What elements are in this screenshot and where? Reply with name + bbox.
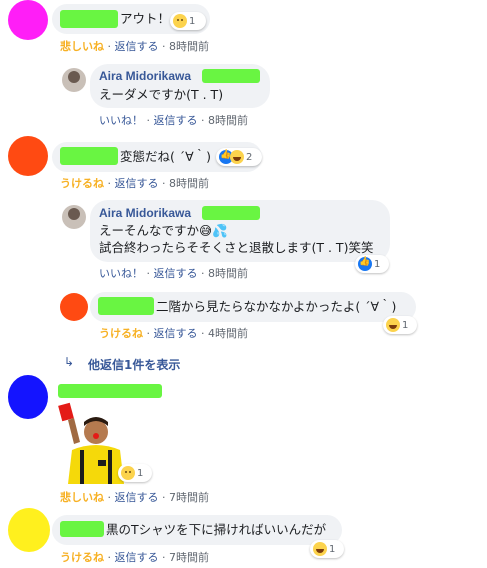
reaction-count[interactable]: 1 [383, 316, 417, 334]
redacted-author-name [60, 10, 118, 28]
sad-emoji-icon [173, 14, 187, 28]
comment-text: 黒のTシャツを下に掃ければいいんだが [106, 522, 327, 537]
avatar[interactable] [8, 0, 48, 40]
separator: · [201, 114, 205, 127]
comment-text: えーダメですか(T . T) [99, 87, 224, 102]
react-link[interactable]: 悲しいね [60, 40, 104, 53]
reaction-count[interactable]: 1 [310, 540, 344, 558]
reaction-count-value: 2 [246, 151, 253, 163]
comment-actions: 悲しいね · 返信する · 7時間前 [60, 489, 209, 505]
reply-link[interactable]: 返信する [154, 267, 198, 280]
timestamp[interactable]: 8時間前 [169, 40, 209, 53]
comment-actions: うけるね · 返信する · 4時間前 [99, 325, 248, 341]
laugh-emoji-icon [313, 542, 327, 556]
redacted-author-name [60, 147, 118, 165]
separator: · [107, 40, 112, 53]
timestamp[interactable]: 4時間前 [208, 327, 248, 340]
reaction-count[interactable]: 1 [118, 464, 152, 482]
reaction-count[interactable]: 2 [216, 148, 262, 166]
separator: · [162, 551, 166, 564]
reply-link[interactable]: 返信する [154, 327, 198, 340]
separator: · [162, 177, 166, 190]
separator: · [107, 177, 112, 190]
redacted-author-name [98, 297, 154, 315]
separator: · [201, 267, 205, 280]
react-link[interactable]: 悲しいね [60, 491, 104, 504]
avatar[interactable] [62, 205, 86, 229]
comment-text: アウト！ [120, 11, 171, 26]
timestamp[interactable]: 8時間前 [169, 177, 209, 190]
react-link[interactable]: いいね！ [99, 267, 143, 280]
react-link[interactable]: うけるね [60, 551, 104, 564]
reaction-count-value: 1 [329, 543, 336, 555]
more-replies-label: 他返信1件を表示 [88, 358, 181, 372]
redacted-author-name [58, 384, 162, 398]
comment-text-line-1: えーそんなですか😅💦 [99, 223, 228, 238]
avatar[interactable] [62, 68, 86, 92]
separator: · [146, 327, 151, 340]
separator: · [107, 551, 112, 564]
redacted-author-suffix [202, 69, 260, 83]
reply-link[interactable]: 返信する [115, 491, 159, 504]
reply-link[interactable]: 返信する [115, 177, 159, 190]
comment-actions: いいね！ · 返信する · 8時間前 [99, 112, 248, 128]
redacted-author-suffix [202, 206, 260, 220]
react-link[interactable]: いいね！ [99, 114, 143, 127]
reaction-count-value: 1 [189, 15, 196, 27]
reaction-count[interactable]: 1 [170, 12, 206, 30]
comment-actions: いいね！ · 返信する · 8時間前 [99, 265, 248, 281]
author-name[interactable]: Aira Midorikawa [99, 69, 191, 83]
reply-link[interactable]: 返信する [115, 551, 159, 564]
avatar[interactable] [60, 293, 88, 321]
comment-actions: うけるね · 返信する · 7時間前 [60, 549, 209, 565]
timestamp[interactable]: 7時間前 [169, 491, 209, 504]
reply-link[interactable]: 返信する [115, 40, 159, 53]
sad-emoji-icon [121, 466, 135, 480]
separator: · [146, 114, 151, 127]
like-emoji-icon [358, 257, 372, 271]
reaction-count[interactable]: 1 [355, 255, 389, 273]
reaction-count-value: 1 [374, 258, 381, 270]
timestamp[interactable]: 8時間前 [208, 114, 248, 127]
avatar[interactable] [8, 508, 50, 552]
separator: · [162, 40, 166, 53]
reaction-count-value: 1 [137, 467, 144, 479]
separator: · [162, 491, 166, 504]
comment-actions: うけるね · 返信する · 8時間前 [60, 175, 209, 191]
laugh-emoji-icon [386, 318, 400, 332]
laugh-emoji-icon [230, 150, 244, 164]
reply-arrow-icon: ↳ [64, 355, 75, 369]
timestamp[interactable]: 7時間前 [169, 551, 209, 564]
comment-text-line-2: 試合終わったらそそくさと退散します(T . T)笑笑 [99, 240, 374, 255]
comment-text: 二階から見たらなかなかよかったよ( ´∀｀) [156, 299, 397, 314]
author-name[interactable]: Aira Midorikawa [99, 206, 191, 220]
redacted-author-name [60, 521, 104, 537]
separator: · [107, 491, 112, 504]
avatar[interactable] [8, 136, 48, 176]
separator: · [201, 327, 205, 340]
react-link[interactable]: うけるね [99, 327, 143, 340]
comment-actions: 悲しいね · 返信する · 8時間前 [60, 38, 209, 54]
react-link[interactable]: うけるね [60, 177, 104, 190]
reply-link[interactable]: 返信する [154, 114, 198, 127]
timestamp[interactable]: 8時間前 [208, 267, 248, 280]
reaction-count-value: 1 [402, 319, 409, 331]
avatar[interactable] [8, 375, 48, 419]
comment-text: 変態だね( ´∀｀) [120, 149, 212, 164]
separator: · [146, 267, 151, 280]
